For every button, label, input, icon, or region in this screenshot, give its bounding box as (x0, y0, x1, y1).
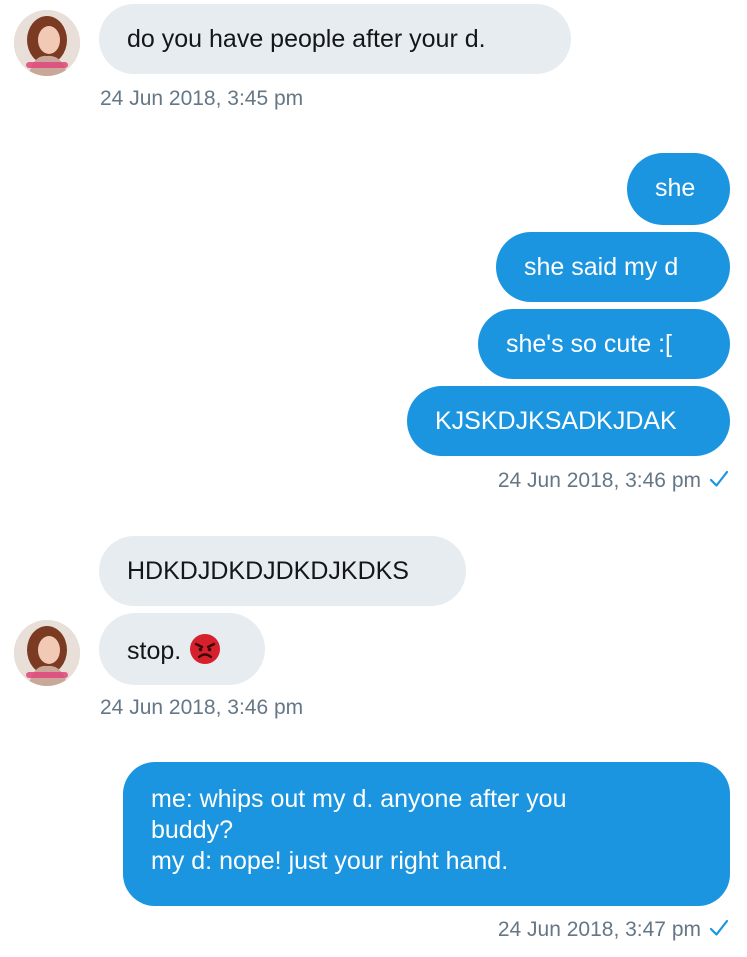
read-check-icon (709, 470, 729, 487)
message-text: she said my d (524, 253, 679, 281)
outgoing-message[interactable]: she's so cute :[ (478, 309, 730, 379)
contact-avatar[interactable] (14, 620, 80, 686)
outgoing-message[interactable]: KJSKDJKSADKJDAK (407, 386, 730, 456)
message-text: HDKDJDKDJDKDJKDKS (127, 557, 409, 585)
message-text: she's so cute :[ (506, 330, 672, 358)
message-timestamp: 24 Jun 2018, 3:46 pm (100, 696, 304, 719)
message-text: she (655, 174, 696, 202)
timestamp-text: 24 Jun 2018, 3:47 pm (497, 918, 701, 941)
message-timestamp: 24 Jun 2018, 3:45 pm (100, 87, 304, 110)
message-line: my d: nope! just your right hand. (151, 847, 509, 875)
contact-avatar[interactable] (14, 10, 80, 76)
outgoing-message[interactable]: me: whips out my d. anyone after you bud… (123, 762, 730, 906)
message-line: me: whips out my d. anyone after you (151, 785, 567, 813)
read-check-icon (709, 919, 729, 936)
timestamp-text: 24 Jun 2018, 3:46 pm (497, 469, 701, 492)
message-text: KJSKDJKSADKJDAK (435, 407, 677, 435)
message-timestamp: 24 Jun 2018, 3:46 pm (498, 468, 729, 494)
outgoing-message[interactable]: she said my d (496, 232, 730, 302)
message-line: buddy? (151, 816, 234, 844)
angry-face-icon (190, 634, 221, 664)
outgoing-message[interactable]: she (627, 153, 730, 225)
incoming-message[interactable]: do you have people after your d. (99, 4, 571, 74)
avatar-photo-icon (14, 10, 80, 76)
incoming-message[interactable]: stop. (99, 613, 265, 685)
avatar-photo-icon (14, 620, 80, 686)
incoming-message[interactable]: HDKDJDKDJDKDJKDKS (99, 536, 466, 606)
message-text: stop. (127, 637, 182, 665)
message-text: do you have people after your d. (127, 25, 486, 53)
message-timestamp: 24 Jun 2018, 3:47 pm (498, 917, 729, 943)
